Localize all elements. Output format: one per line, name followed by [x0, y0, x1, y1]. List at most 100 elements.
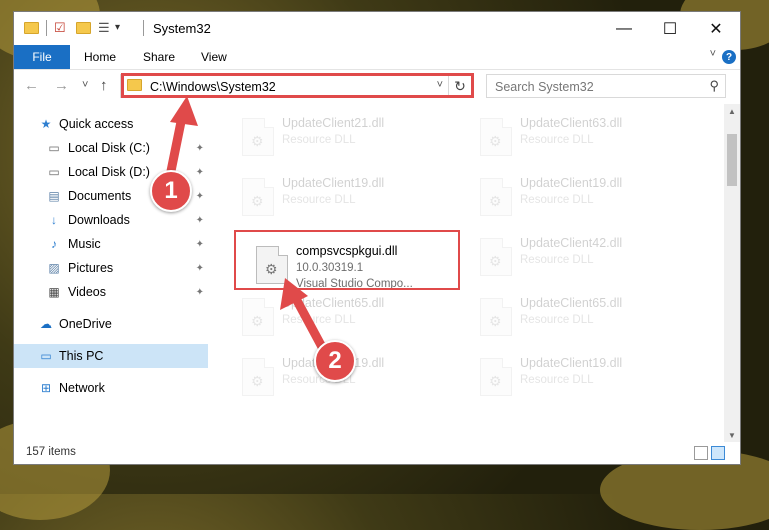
file-name: UpdateClient19.dll — [520, 356, 623, 370]
search-input[interactable]: Search System32 — [495, 80, 594, 94]
sidebar-item-label: Local Disk (D:) — [68, 165, 150, 179]
qat-dropdown-icon[interactable]: ▾ — [115, 22, 131, 38]
file-list: ⚙ UpdateClient21.dll Resource DLL ⚙ Upda… — [214, 104, 724, 442]
sidebar-item-music[interactable]: ♪ Music ✦ — [14, 232, 208, 256]
cloud-icon: ☁ — [40, 317, 52, 331]
pin-icon[interactable]: ✦ — [196, 239, 204, 250]
file-version: 10.0.30319.1 — [296, 262, 364, 274]
pin-icon[interactable]: ✦ — [196, 143, 204, 154]
videos-icon: ▦ — [48, 285, 60, 299]
properties-icon[interactable]: ☑ — [54, 20, 70, 36]
tab-file[interactable]: File — [14, 45, 70, 69]
tab-view[interactable]: View — [201, 45, 227, 69]
up-button[interactable]: ↑ — [100, 77, 108, 94]
sidebar-item-local-disk-c[interactable]: ▭ Local Disk (C:) ✦ — [14, 136, 208, 160]
file-name: UpdateClient65.dll — [520, 296, 623, 310]
documents-icon: ▤ — [48, 189, 60, 203]
scroll-up-icon[interactable]: ▲ — [724, 104, 740, 118]
sidebar-item-quick-access[interactable]: ★ Quick access — [14, 112, 208, 136]
minimize-button[interactable]: — — [601, 12, 647, 45]
title-bar: ☑ ☰ ▾ System32 — ☐ ✕ — [14, 12, 740, 45]
file-item[interactable]: ⚙ UpdateClient63.dll Resource DLL — [472, 110, 697, 166]
dll-file-icon: ⚙ — [480, 298, 512, 336]
dll-file-icon: ⚙ — [242, 298, 274, 336]
sidebar-item-downloads[interactable]: ↓ Downloads ✦ — [14, 208, 208, 232]
dll-file-icon: ⚙ — [242, 358, 274, 396]
dll-file-icon: ⚙ — [242, 118, 274, 156]
file-description: Resource DLL — [520, 134, 594, 146]
pin-icon[interactable]: ✦ — [196, 287, 204, 298]
recent-locations-icon[interactable]: ˅ — [82, 79, 88, 91]
file-item[interactable]: ⚙ UpdateClient19.dll Resource DLL — [472, 350, 697, 406]
file-item[interactable]: ⚙ UpdateClient65.dll Resource DLL — [234, 290, 459, 346]
search-icon[interactable]: ⚲ — [709, 78, 719, 94]
file-description: Resource DLL — [520, 314, 594, 326]
file-description: Resource DLL — [520, 374, 594, 386]
dll-file-icon: ⚙ — [480, 238, 512, 276]
file-item[interactable]: ⚙ UpdateClient65.dll Resource DLL — [472, 290, 697, 346]
new-folder-icon[interactable] — [76, 20, 92, 36]
details-view-button[interactable] — [694, 446, 708, 460]
file-description: Resource DLL — [282, 134, 356, 146]
customize-qat-icon[interactable]: ☰ — [98, 20, 114, 36]
close-button[interactable]: ✕ — [693, 12, 739, 45]
scrollbar-thumb[interactable] — [727, 134, 737, 186]
sidebar-item-label: Local Disk (C:) — [68, 141, 150, 155]
sidebar-item-label: This PC — [59, 349, 104, 363]
drive-icon: ▭ — [48, 141, 60, 155]
sidebar-item-videos[interactable]: ▦ Videos ✦ — [14, 280, 208, 304]
sidebar-item-this-pc[interactable]: ▭ This PC — [14, 344, 208, 368]
maximize-button[interactable]: ☐ — [647, 12, 693, 45]
refresh-icon[interactable]: ↻ — [448, 76, 471, 96]
file-description: Resource DLL — [282, 314, 356, 326]
pin-icon[interactable]: ✦ — [196, 191, 204, 202]
pictures-icon: ▨ — [48, 261, 60, 275]
scroll-down-icon[interactable]: ▼ — [724, 428, 740, 442]
explorer-window: ☑ ☰ ▾ System32 — ☐ ✕ File Home Share Vie… — [13, 11, 741, 465]
file-name: UpdateClient21.dll — [282, 116, 385, 130]
file-item[interactable]: ⚙ UpdateClient19.dll Resource DLL — [234, 170, 459, 226]
file-item[interactable]: ⚙ UpdateClient19.dll Resource DLL — [472, 170, 697, 226]
computer-icon: ▭ — [40, 349, 52, 363]
sidebar-item-pictures[interactable]: ▨ Pictures ✦ — [14, 256, 208, 280]
tab-home[interactable]: Home — [84, 45, 116, 69]
divider — [143, 20, 144, 36]
sidebar-item-onedrive[interactable]: ☁ OneDrive — [14, 312, 208, 336]
pin-icon[interactable]: ✦ — [196, 263, 204, 274]
address-bar[interactable]: C:\Windows\System32 ˅ ↻ — [120, 74, 474, 98]
step-2-badge: 2 — [314, 340, 356, 382]
expand-ribbon-icon[interactable]: ˅ — [710, 48, 716, 60]
dll-file-icon: ⚙ — [480, 118, 512, 156]
file-item-compsvcspkgui[interactable]: ⚙ compsvcspkgui.dll 10.0.30319.1 Visual … — [248, 238, 473, 294]
window-title: System32 — [153, 21, 211, 36]
navigation-pane: ★ Quick access ▭ Local Disk (C:) ✦ ▭ Loc… — [14, 104, 210, 442]
dll-file-icon: ⚙ — [480, 358, 512, 396]
address-path[interactable]: C:\Windows\System32 — [150, 80, 276, 94]
step-1-badge: 1 — [150, 170, 192, 212]
search-box[interactable]: Search System32 ⚲ — [486, 74, 726, 98]
vertical-scrollbar[interactable]: ▲ ▼ — [724, 104, 740, 442]
sidebar-item-label: Network — [59, 381, 105, 395]
item-count: 157 items — [26, 446, 76, 458]
file-name: UpdateClient65.dll — [282, 296, 385, 310]
file-name: UpdateClient19.dll — [282, 176, 385, 190]
downloads-icon: ↓ — [51, 213, 57, 227]
navigation-bar: ← → ˅ ↑ C:\Windows\System32 ˅ ↻ Search S… — [14, 70, 740, 102]
tab-share[interactable]: Share — [143, 45, 175, 69]
pin-icon[interactable]: ✦ — [196, 215, 204, 226]
address-dropdown-icon[interactable]: ˅ — [437, 79, 443, 91]
back-button[interactable]: ← — [24, 77, 39, 94]
star-icon: ★ — [40, 117, 52, 131]
file-name: UpdateClient19.dll — [520, 176, 623, 190]
folder-icon — [127, 79, 142, 91]
forward-button[interactable]: → — [54, 77, 69, 94]
help-icon[interactable]: ? — [722, 50, 736, 64]
tiles-view-button[interactable] — [711, 446, 725, 460]
status-bar: 157 items — [14, 442, 740, 464]
file-item[interactable]: ⚙ UpdateClient42.dll Resource DLL — [472, 230, 697, 286]
sidebar-item-network[interactable]: ⊞ Network — [14, 376, 208, 400]
file-name: compsvcspkgui.dll — [296, 244, 398, 258]
dll-file-icon: ⚙ — [480, 178, 512, 216]
pin-icon[interactable]: ✦ — [196, 167, 204, 178]
file-item[interactable]: ⚙ UpdateClient21.dll Resource DLL — [234, 110, 459, 166]
